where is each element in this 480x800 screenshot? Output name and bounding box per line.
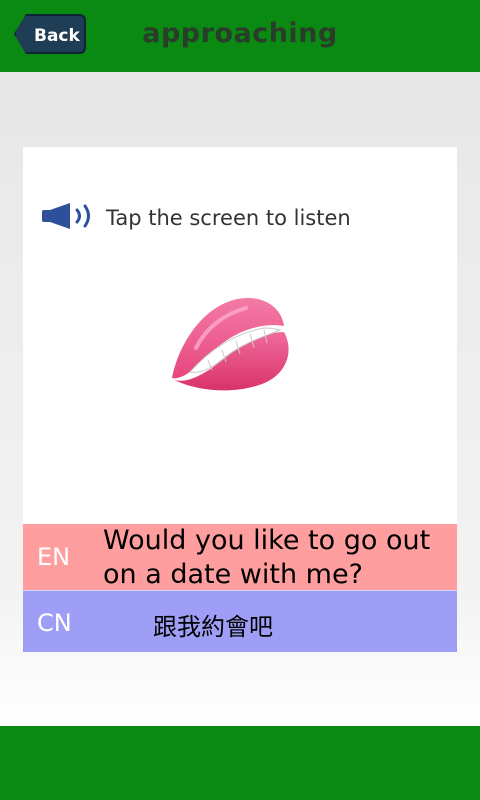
english-row: EN Would you like to go out on a date wi… bbox=[23, 524, 457, 590]
speaker-icon bbox=[40, 201, 96, 235]
chinese-label: CN bbox=[37, 609, 72, 637]
english-text: Would you like to go out on a date with … bbox=[103, 525, 431, 590]
listen-instruction: Tap the screen to listen bbox=[106, 206, 351, 230]
top-bar: Back approaching bbox=[0, 0, 480, 73]
english-label: EN bbox=[37, 543, 71, 571]
chinese-row: CN 跟我約會吧 bbox=[23, 590, 457, 652]
chinese-text: 跟我約會吧 bbox=[153, 613, 273, 641]
lips-image bbox=[160, 288, 300, 398]
bottom-bar bbox=[0, 726, 480, 800]
page-title: approaching bbox=[142, 18, 338, 49]
listen-prompt[interactable]: Tap the screen to listen bbox=[40, 196, 351, 240]
